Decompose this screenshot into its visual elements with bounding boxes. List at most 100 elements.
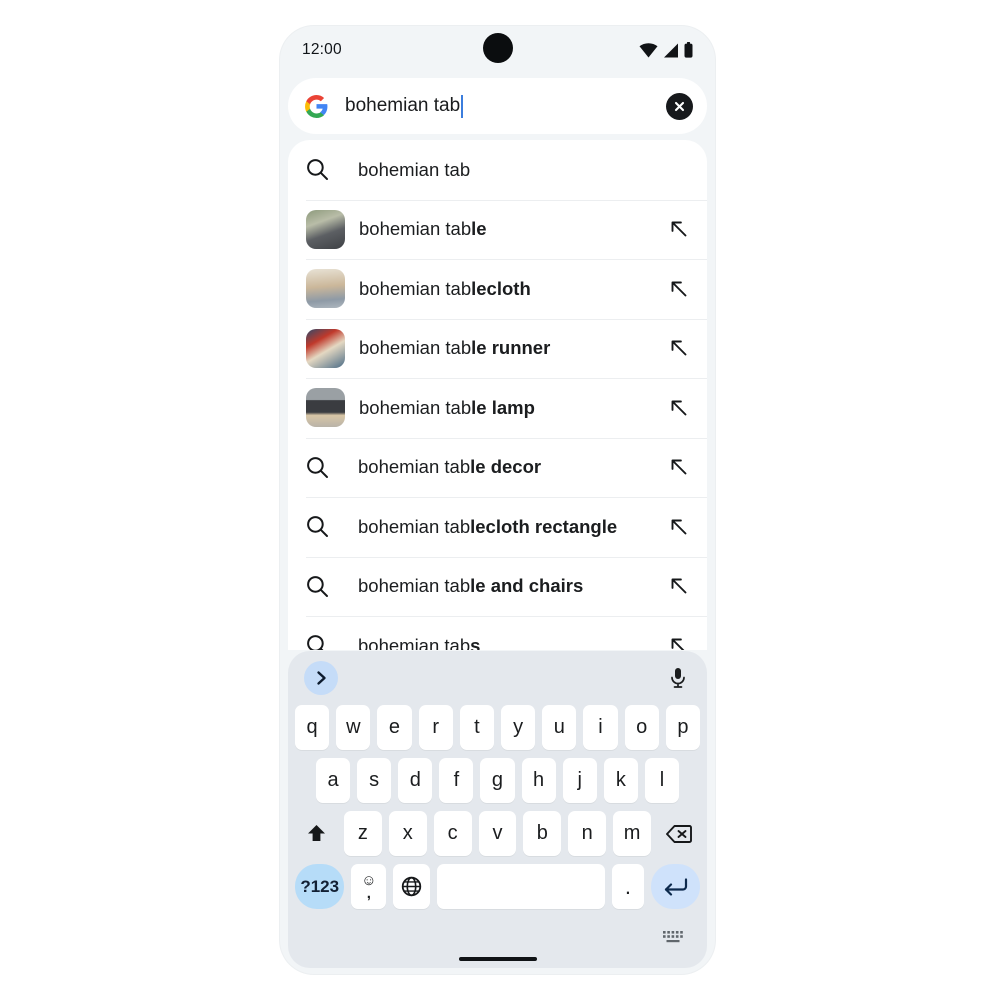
- keyboard-row-3[interactable]: z x c v b n m: [288, 811, 707, 856]
- suggestion-thumbnail: [306, 269, 345, 309]
- key-c[interactable]: c: [433, 811, 472, 856]
- status-bar: 12:00: [280, 26, 715, 74]
- enter-key[interactable]: [650, 864, 700, 909]
- key-q[interactable]: q: [294, 705, 330, 750]
- suggestion-completion: lecloth: [471, 277, 531, 299]
- key-m[interactable]: m: [613, 811, 652, 856]
- key-p[interactable]: p: [665, 705, 701, 750]
- key-b[interactable]: b: [523, 811, 562, 856]
- key-v[interactable]: v: [478, 811, 517, 856]
- keyboard-row-1[interactable]: qwertyuiop: [288, 705, 707, 750]
- suggestion-list[interactable]: bohemian tab bohemian table bohemian table…: [288, 140, 707, 650]
- key-u[interactable]: u: [542, 705, 577, 750]
- chevron-right-icon[interactable]: [304, 661, 338, 695]
- suggestion-completion: lecloth rectangle: [470, 515, 618, 537]
- key-d[interactable]: d: [398, 758, 433, 803]
- suggestion-completion: le decor: [470, 456, 542, 478]
- backspace-key[interactable]: [658, 811, 700, 856]
- suggestion-text: bohemian tabs: [358, 635, 659, 650]
- home-indicator: [458, 957, 537, 961]
- enter-icon: [664, 877, 687, 896]
- key-n[interactable]: n: [568, 811, 607, 856]
- search-icon: [306, 575, 344, 598]
- search-input[interactable]: bohemian tab: [345, 94, 666, 118]
- insert-suggestion-arrow-icon[interactable]: [669, 338, 689, 358]
- keyboard-row-4[interactable]: ?123 ☺ , .: [288, 864, 707, 909]
- insert-suggestion-arrow-icon[interactable]: [669, 279, 689, 299]
- space-key[interactable]: [436, 864, 606, 909]
- period-key[interactable]: .: [612, 864, 644, 909]
- key-j[interactable]: j: [562, 758, 597, 803]
- key-x[interactable]: x: [388, 811, 427, 856]
- search-icon: [306, 456, 344, 479]
- battery-icon: [684, 42, 693, 58]
- insert-suggestion-arrow-icon[interactable]: [669, 517, 689, 537]
- insert-suggestion-arrow-icon[interactable]: [669, 398, 689, 418]
- suggestion-thumbnail: [306, 328, 345, 368]
- suggestion-row[interactable]: bohemian tablecloth rectangle: [288, 497, 707, 557]
- globe-icon: [401, 876, 422, 897]
- keyboard-dismiss-icon[interactable]: [663, 931, 683, 952]
- suggestion-text: bohemian tablecloth rectangle: [358, 515, 618, 537]
- key-s[interactable]: s: [357, 758, 392, 803]
- key-t[interactable]: t: [459, 705, 494, 750]
- key-r[interactable]: r: [418, 705, 453, 750]
- suggestion-completion: le: [471, 218, 487, 240]
- search-icon: [306, 158, 344, 181]
- suggestion-text: bohemian table: [359, 218, 487, 240]
- symbols-key[interactable]: ?123: [295, 864, 345, 909]
- phone-frame: 12:00 bohemian tab bohemian tab bohemian…: [280, 26, 715, 974]
- key-z[interactable]: z: [344, 811, 382, 856]
- suggestion-completion: le and chairs: [470, 575, 584, 597]
- suggestion-text: bohemian table runner: [359, 337, 551, 359]
- insert-suggestion-arrow-icon[interactable]: [669, 457, 689, 477]
- search-icon: [306, 634, 344, 650]
- suggestion-text: bohemian tab: [358, 158, 471, 180]
- suggestion-row[interactable]: bohemian tabs: [288, 616, 707, 650]
- virtual-keyboard[interactable]: qwertyuiop asdfghjkl z x c v b n m ?123 …: [288, 651, 707, 968]
- microphone-icon[interactable]: [665, 665, 691, 691]
- cellular-signal-icon: [663, 43, 679, 58]
- text-cursor: [461, 94, 464, 118]
- search-query-text: bohemian tab: [345, 95, 461, 116]
- suggestion-row[interactable]: bohemian tablecloth: [288, 259, 707, 319]
- key-a[interactable]: a: [316, 758, 351, 803]
- clear-query-button[interactable]: [666, 92, 693, 120]
- status-time: 12:00: [302, 41, 342, 58]
- suggestion-completion: le runner: [471, 337, 551, 359]
- suggestion-row[interactable]: bohemian table lamp: [288, 378, 707, 438]
- suggestion-row[interactable]: bohemian table decor: [288, 437, 707, 498]
- suggestion-completion: s: [470, 634, 481, 650]
- suggestion-row[interactable]: bohemian table: [288, 199, 707, 260]
- suggestion-text: bohemian table lamp: [359, 396, 535, 418]
- status-icons: [639, 42, 693, 58]
- key-y[interactable]: y: [501, 705, 536, 750]
- insert-suggestion-arrow-icon[interactable]: [669, 636, 689, 650]
- suggestion-row[interactable]: bohemian table and chairs: [288, 556, 707, 617]
- shift-key[interactable]: [295, 811, 337, 856]
- key-k[interactable]: k: [603, 758, 638, 803]
- key-g[interactable]: g: [480, 758, 515, 803]
- key-l[interactable]: l: [644, 758, 679, 803]
- key-w[interactable]: w: [336, 705, 371, 750]
- suggestion-text: bohemian table decor: [358, 456, 542, 478]
- key-f[interactable]: f: [439, 758, 474, 803]
- suggestion-completion: le lamp: [471, 396, 535, 418]
- key-h[interactable]: h: [521, 758, 556, 803]
- suggestion-thumbnail: [306, 388, 345, 428]
- key-i[interactable]: i: [583, 705, 618, 750]
- suggestion-row[interactable]: bohemian tab: [288, 140, 707, 200]
- insert-suggestion-arrow-icon[interactable]: [669, 219, 689, 239]
- insert-suggestion-arrow-icon[interactable]: [669, 576, 689, 596]
- keyboard-row-2[interactable]: asdfghjkl: [288, 758, 707, 803]
- suggestion-text: bohemian table and chairs: [358, 575, 584, 597]
- globe-key[interactable]: [393, 864, 430, 909]
- emoji-comma-key[interactable]: ☺ ,: [351, 864, 387, 909]
- suggestion-row[interactable]: bohemian table runner: [288, 318, 707, 379]
- search-bar[interactable]: bohemian tab: [288, 78, 707, 134]
- keyboard-suggestion-bar: [288, 651, 707, 705]
- screenshot-root: 12:00 bohemian tab bohemian tab bohemian…: [0, 0, 1000, 1000]
- camera-cutout: [482, 33, 513, 64]
- key-e[interactable]: e: [377, 705, 412, 750]
- key-o[interactable]: o: [624, 705, 659, 750]
